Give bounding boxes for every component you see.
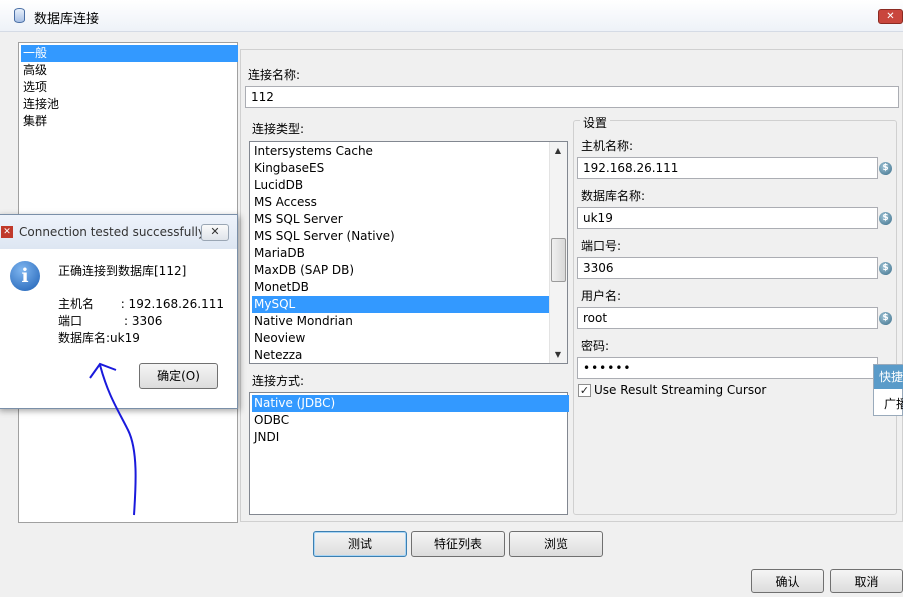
conn-name-input[interactable]: 112 [245,86,899,108]
db-label: 数据库名称: [581,189,646,203]
dialog-close-button[interactable]: ✕ [201,224,229,241]
list-item[interactable]: MonetDB [252,279,553,296]
dollar-variable-icon[interactable]: $ [879,212,892,225]
list-item[interactable]: JNDI [252,429,553,446]
dialog-port-line: 端口 : 3306 [58,314,163,328]
streaming-cursor-label: Use Result Streaming Cursor [594,383,767,397]
checkmark-icon: ✓ [579,384,590,397]
quick-tooltip-body: 广播 [884,397,903,411]
dialog-db-line: 数据库名:uk19 [58,331,140,345]
user-label: 用户名: [581,289,622,303]
list-item[interactable]: MariaDB [252,245,553,262]
host-label: 主机名称: [581,139,634,153]
list-item[interactable]: MS SQL Server (Native) [252,228,553,245]
dialog-message: 正确连接到数据库[112] [58,264,187,278]
password-input[interactable]: •••••• [577,357,878,379]
dialog-host-line: 主机名 : 192.168.26.111 [58,297,224,311]
nav-item-general[interactable]: 一般 [21,45,238,62]
list-item[interactable]: KingbaseES [252,160,553,177]
list-item-selected[interactable]: Native (JDBC) [252,395,569,412]
scroll-thumb[interactable] [551,238,566,282]
test-button[interactable]: 测试 [313,531,407,557]
conn-type-list[interactable]: Intersystems Cache KingbaseES LucidDB MS… [249,141,568,364]
close-icon: ✕ [210,225,220,238]
conn-type-label: 连接类型: [252,122,305,136]
list-item[interactable]: MaxDB (SAP DB) [252,262,553,279]
streaming-cursor-checkbox[interactable]: ✓ [578,384,591,397]
host-input[interactable]: 192.168.26.111 [577,157,878,179]
port-label: 端口号: [581,239,622,253]
cancel-button[interactable]: 取消 [830,569,903,593]
nav-item-options[interactable]: 选项 [21,79,238,96]
ok-button[interactable]: 确认 [751,569,824,593]
dollar-variable-icon[interactable]: $ [879,312,892,325]
list-item[interactable]: Neoview [252,330,553,347]
list-item-selected[interactable]: MySQL [252,296,553,313]
dollar-variable-icon[interactable]: $ [879,162,892,175]
window-titlebar [0,0,903,32]
list-item[interactable]: Netezza [252,347,553,363]
list-item[interactable]: ODBC [252,412,553,429]
user-input[interactable]: root [577,307,878,329]
database-input[interactable]: uk19 [577,207,878,229]
list-item[interactable]: MS SQL Server [252,211,553,228]
dollar-variable-icon[interactable]: $ [879,262,892,275]
settings-title: 设置 [580,114,611,131]
access-list[interactable]: Native (JDBC) ODBC JNDI [249,392,569,515]
list-item[interactable]: LucidDB [252,177,553,194]
password-label: 密码: [581,339,610,353]
error-icon: ✕ [1,226,13,238]
window-title: 数据库连接 [34,12,100,27]
annotation-arrow-line [99,364,137,516]
scroll-down-icon[interactable]: ▼ [550,346,566,363]
window-close-button[interactable]: ✕ [878,9,903,24]
annotation-arrow [89,362,137,516]
nav-item-cluster[interactable]: 集群 [21,113,238,130]
conn-type-scrollbar[interactable]: ▲ ▼ [549,142,567,363]
database-icon [14,8,25,23]
quick-tooltip-header: 快捷 [874,365,903,389]
port-input[interactable]: 3306 [577,257,878,279]
list-item[interactable]: MS Access [252,194,553,211]
feature-list-button[interactable]: 特征列表 [411,531,505,557]
dialog-ok-button[interactable]: 确定(O) [139,363,218,389]
nav-item-pooling[interactable]: 连接池 [21,96,238,113]
info-icon: i [10,261,40,291]
conn-name-label: 连接名称: [248,68,301,82]
dialog-titlebar: ✕ Connection tested successfully ✕ [0,215,237,249]
access-label: 连接方式: [252,374,305,388]
list-item[interactable]: Intersystems Cache [252,143,553,160]
browse-button[interactable]: 浏览 [509,531,603,557]
list-item[interactable]: Native Mondrian [252,313,553,330]
nav-item-advanced[interactable]: 高级 [21,62,238,79]
scroll-up-icon[interactable]: ▲ [550,142,566,159]
dialog-title: Connection tested successfully [19,225,206,239]
quick-tooltip: 快捷 广播 [873,364,903,416]
